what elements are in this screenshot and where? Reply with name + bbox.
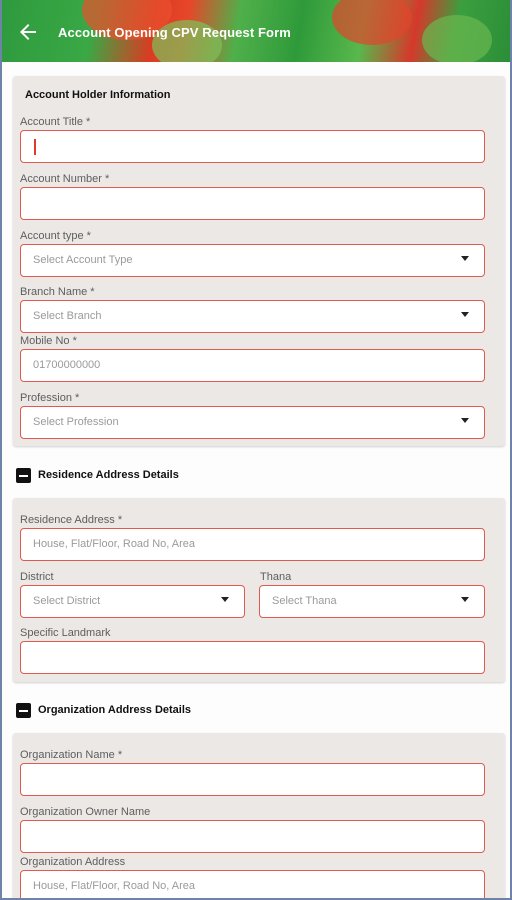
account-title-label: Account Title *	[20, 116, 91, 128]
dropdown-arrow-icon	[461, 597, 469, 602]
residence-address-input[interactable]: House, Flat/Floor, Road No, Area	[20, 528, 485, 561]
account-number-input[interactable]	[20, 187, 485, 220]
header-decoration	[422, 15, 492, 62]
organization-card: Organization Name * Organization Owner N…	[13, 733, 505, 898]
residence-card: Residence Address * House, Flat/Floor, R…	[13, 498, 505, 682]
dropdown-arrow-icon	[461, 256, 469, 261]
profession-label: Profession *	[20, 392, 80, 404]
account-number-label: Account Number *	[20, 173, 110, 185]
dropdown-arrow-icon	[461, 418, 469, 423]
dropdown-arrow-icon	[221, 597, 229, 602]
organization-section-title: Organization Address Details	[38, 704, 192, 716]
account-type-placeholder: Select Account Type	[33, 254, 133, 266]
thana-label: Thana	[260, 571, 292, 583]
residence-address-placeholder: House, Flat/Floor, Road No, Area	[33, 538, 196, 550]
branch-select[interactable]: Select Branch	[20, 300, 485, 333]
dropdown-arrow-icon	[461, 312, 469, 317]
organization-address-input[interactable]: House, Flat/Floor, Road No, Area	[20, 870, 485, 898]
organization-name-label: Organization Name *	[20, 749, 123, 761]
account-holder-title: Account Holder Information	[25, 89, 171, 101]
landmark-input[interactable]	[20, 641, 485, 674]
mobile-no-placeholder: 01700000000	[33, 359, 101, 371]
account-holder-card: Account Holder Information Account Title…	[13, 76, 505, 446]
thana-select[interactable]: Select Thana	[259, 585, 485, 618]
residence-address-label: Residence Address *	[20, 514, 123, 526]
profession-select[interactable]: Select Profession	[20, 406, 485, 439]
mobile-no-input[interactable]: 01700000000	[20, 349, 485, 382]
account-title-input[interactable]	[20, 130, 485, 163]
organization-owner-label: Organization Owner Name	[20, 806, 151, 818]
district-select[interactable]: Select District	[20, 585, 245, 618]
minus-square-icon[interactable]	[16, 703, 31, 718]
branch-name-label: Branch Name *	[20, 286, 95, 298]
organization-name-input[interactable]	[20, 763, 485, 796]
district-label: District	[20, 571, 54, 583]
account-type-label: Account type *	[20, 230, 91, 242]
page-title: Account Opening CPV Request Form	[58, 25, 291, 40]
organization-owner-input[interactable]	[20, 820, 485, 853]
header-decoration	[332, 0, 412, 45]
residence-section-title: Residence Address Details	[38, 469, 179, 481]
organization-address-placeholder: House, Flat/Floor, Road No, Area	[33, 880, 196, 892]
profession-placeholder: Select Profession	[33, 416, 119, 428]
text-cursor	[34, 139, 36, 155]
organization-address-label: Organization Address	[20, 856, 126, 868]
arrow-back-icon[interactable]	[16, 20, 40, 44]
landmark-label: Specific Landmark	[20, 627, 111, 639]
account-type-select[interactable]: Select Account Type	[20, 244, 485, 277]
minus-square-icon[interactable]	[16, 468, 31, 483]
branch-placeholder: Select Branch	[33, 310, 102, 322]
thana-placeholder: Select Thana	[272, 595, 337, 607]
app-bar: Account Opening CPV Request Form	[2, 0, 510, 62]
app-screen: Account Opening CPV Request Form Account…	[0, 0, 512, 900]
district-placeholder: Select District	[33, 595, 101, 607]
mobile-no-label: Mobile No *	[20, 335, 77, 347]
